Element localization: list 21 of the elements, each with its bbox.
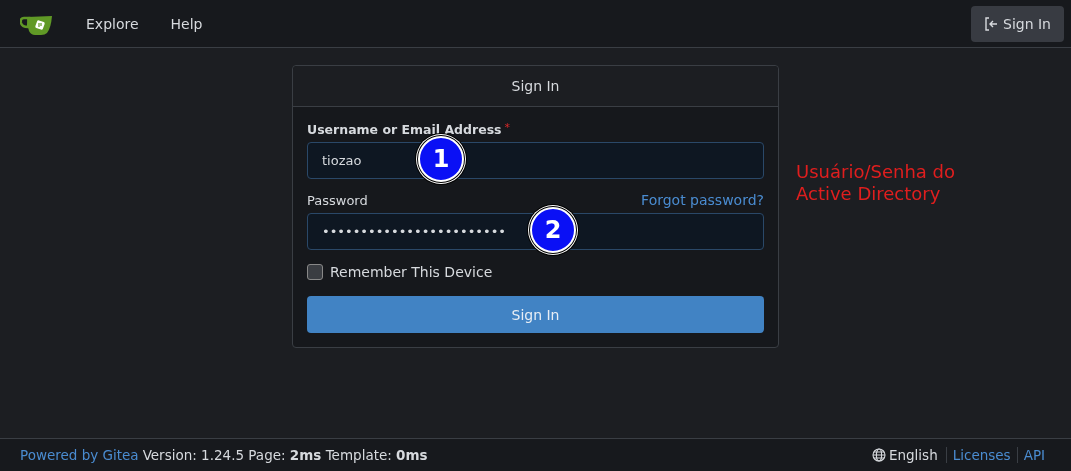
sign-in-button[interactable]: Sign In bbox=[971, 5, 1064, 42]
footer-link[interactable]: Licenses bbox=[946, 447, 1018, 463]
sign-in-submit-button[interactable]: Sign In bbox=[307, 296, 764, 333]
sign-in-icon bbox=[984, 16, 998, 31]
globe-icon bbox=[871, 448, 886, 462]
language-selector[interactable]: English bbox=[871, 447, 947, 463]
powered-by-link[interactable]: Powered by Gitea bbox=[20, 447, 139, 463]
number-marker: 2 bbox=[530, 207, 576, 253]
checkbox-label[interactable]: Remember This Device bbox=[330, 264, 493, 280]
field-label: Password bbox=[307, 193, 368, 208]
nav-link[interactable]: Help bbox=[154, 7, 219, 40]
field-label: Username or Email Address bbox=[307, 122, 502, 137]
annotation-note: Usuário/Senha do Active Directory bbox=[796, 161, 956, 205]
footer-link[interactable]: API bbox=[1017, 447, 1051, 463]
checkbox[interactable] bbox=[307, 264, 323, 280]
required-mark: * bbox=[504, 121, 511, 134]
card-title: Sign In bbox=[293, 66, 778, 107]
forgot-password-link[interactable]: Forgot password? bbox=[641, 192, 764, 208]
nav-link[interactable]: Explore bbox=[70, 7, 155, 40]
number-marker: 1 bbox=[418, 136, 464, 182]
version-info: Version: 1.24.5 Page: 2ms Template: 0ms bbox=[142, 447, 428, 463]
